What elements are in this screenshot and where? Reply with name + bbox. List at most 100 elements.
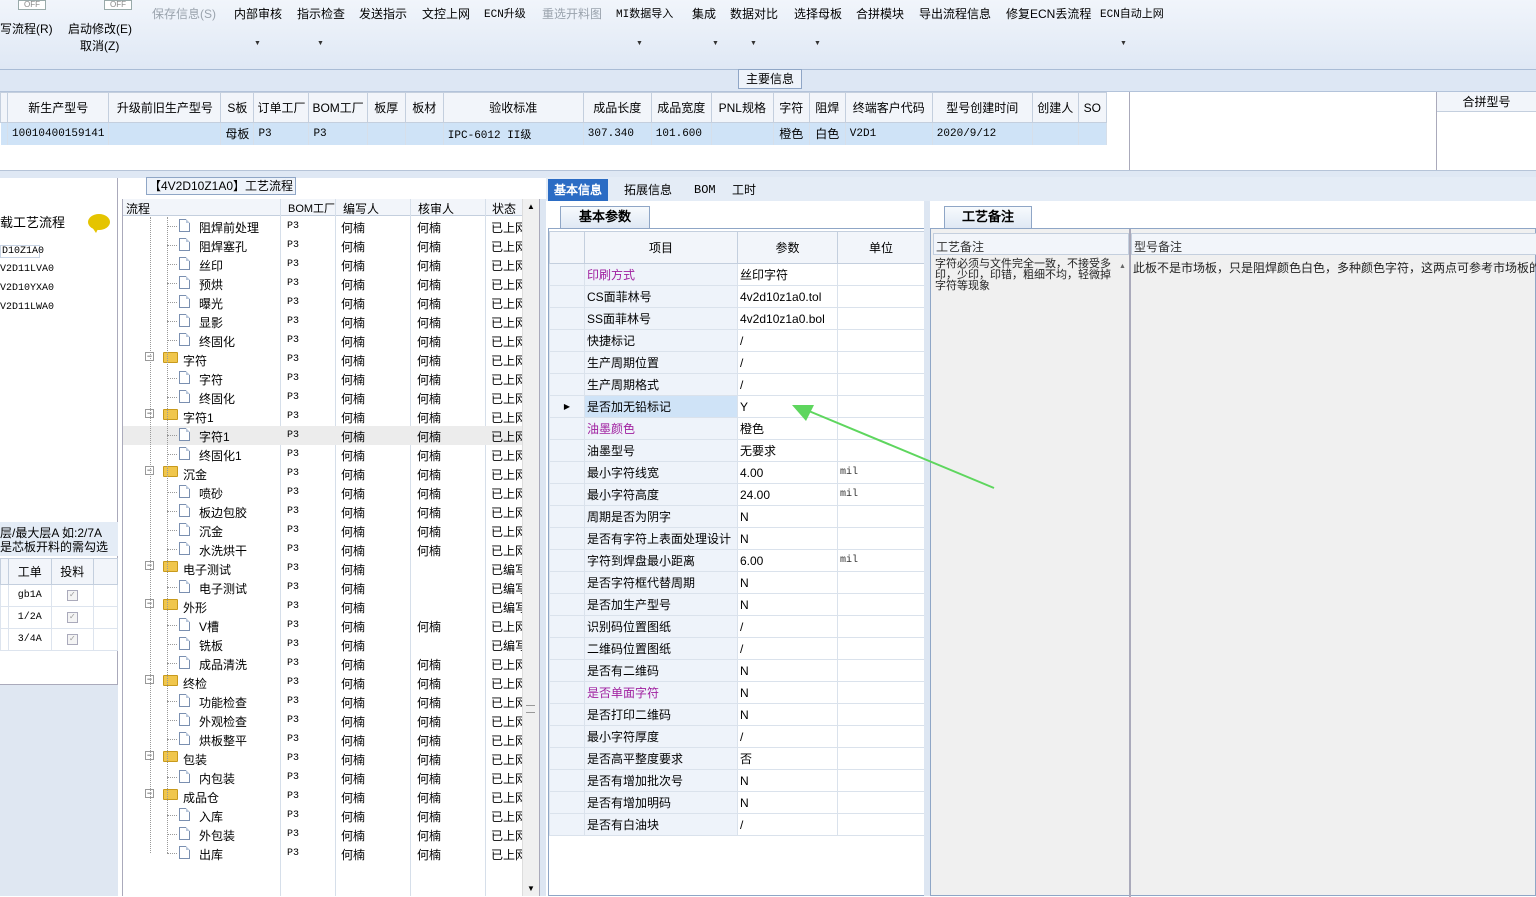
param-value-cell[interactable]: N [737,593,838,616]
list-item[interactable]: V2D11LWA0 [0,302,54,313]
main-cell[interactable]: 橙色 [773,122,810,145]
dropdown-arrow-icon[interactable]: ▼ [712,40,719,47]
tree-row[interactable]: 阻焊前处理 P3 何楠 何楠 已上网 [123,217,527,236]
model-remarks-text[interactable]: 此板不是市场板，只是阻焊颜色白色，多种颜色字符，这两点可参考市场板的 [1133,259,1536,276]
param-value-cell[interactable]: 否 [737,747,838,770]
main-col-header[interactable]: 阻焊 [808,92,846,123]
col-item[interactable]: 项目 [584,231,738,264]
row-indicator[interactable] [549,439,585,462]
toolbar-button[interactable]: 导出流程信息 [919,5,991,22]
row-indicator[interactable] [549,725,585,748]
tree-row[interactable]: − 终检 P3 何楠 何楠 已上网 [123,673,527,692]
main-col-header[interactable]: 板材 [404,92,444,123]
row-indicator[interactable] [549,307,585,330]
row-indicator[interactable] [549,483,585,506]
process-scrollbar[interactable]: ▲ ▼ [522,199,539,896]
dropdown-arrow-icon[interactable]: ▼ [814,40,821,47]
param-row[interactable]: 是否打印二维码 N [549,703,925,726]
tree-row[interactable]: − 外形 P3 何楠 已编写 [123,597,527,616]
tree-row[interactable]: 外包装 P3 何楠 何楠 已上网 [123,825,527,844]
tree-row[interactable]: 成品清洗 P3 何楠 何楠 已上网 [123,654,527,673]
main-cell[interactable]: P3 [253,122,310,145]
param-row[interactable]: 是否有白油块 / [549,813,925,836]
tree-row[interactable]: 曝光 P3 何楠 何楠 已上网 [123,293,527,312]
tree-row[interactable]: V槽 P3 何楠 何楠 已上网 [123,616,527,635]
main-col-header[interactable]: 型号创建时间 [931,92,1033,123]
row-indicator[interactable] [549,747,585,770]
checkbox[interactable]: ✓ [66,612,78,623]
tree-row[interactable]: 外观检查 P3 何楠 何楠 已上网 [123,711,527,730]
row-indicator[interactable] [549,527,585,550]
main-col-header[interactable]: 新生产型号 [6,92,110,123]
param-value-cell[interactable]: N [737,769,838,792]
tree-row[interactable]: 功能检查 P3 何楠 何楠 已上网 [123,692,527,711]
tree-row[interactable]: 电子测试 P3 何楠 已编写 [123,578,527,597]
tree-row[interactable]: 水洗烘干 P3 何楠 何楠 已上网 [123,540,527,559]
row-indicator[interactable] [549,571,585,594]
list-item[interactable]: V2D11LVA0 [0,264,54,275]
row-indicator[interactable] [549,769,585,792]
main-col-header[interactable]: 成品宽度 [650,92,712,123]
toolbar-button[interactable]: ECN自动上网 [1100,5,1164,21]
col-process[interactable]: 流程 [126,200,150,217]
row-indicator[interactable] [549,329,585,352]
dropdown-arrow-icon[interactable]: ▼ [750,40,757,47]
param-value-cell[interactable]: 6.00 [737,549,838,572]
main-cell[interactable]: 307.340 [583,122,652,145]
tab-extended-info[interactable]: 拓展信息 [618,179,678,201]
tree-row[interactable]: 铣板 P3 何楠 已编写 [123,635,527,654]
main-col-header[interactable]: 升级前旧生产型号 [108,92,222,123]
param-row[interactable]: 是否有字符上表面处理设计 N [549,527,925,550]
tree-row[interactable]: 板边包胶 P3 何楠 何楠 已上网 [123,502,527,521]
tree-row[interactable]: 出库 P3 何楠 何楠 已上网 [123,844,527,863]
toolbar-button[interactable]: 选择母板 [794,5,842,22]
dropdown-arrow-icon[interactable]: ▼ [254,40,261,47]
param-row[interactable]: 周期是否为阴字 N [549,505,925,528]
toggle-switch[interactable]: OFF [18,0,46,10]
param-row[interactable]: 识别码位置图纸 / [549,615,925,638]
toolbar-button[interactable]: 文控上网 [422,5,470,22]
row-indicator[interactable] [549,593,585,616]
splitter[interactable] [540,199,546,896]
work-order-cell[interactable]: 1/2A [8,606,52,629]
main-cell[interactable] [711,122,774,145]
param-row[interactable]: 是否字符框代替周期 N [549,571,925,594]
param-row[interactable]: 二维码位置图纸 / [549,637,925,660]
main-cell[interactable]: 白色 [809,122,846,145]
param-row[interactable]: 最小字符厚度 / [549,725,925,748]
tab-bom[interactable]: BOM [688,179,722,201]
main-cell[interactable]: V2D1 [845,122,933,145]
main-col-header[interactable]: 订单工厂 [253,92,310,123]
table-row[interactable]: 10010400159141 母板 P3 P3 IPC-6012 II级 307.340 1… [0,122,1107,145]
param-value-cell[interactable]: / [737,813,838,836]
tree-row[interactable]: 内包装 P3 何楠 何楠 已上网 [123,768,527,787]
main-info-tab[interactable]: 主要信息 [738,69,802,89]
cancel-button[interactable]: 取消(Z) [80,37,119,54]
param-row[interactable]: 快捷标记 / [549,329,925,352]
toolbar-button[interactable]: MI数据导入 [616,5,673,21]
row-indicator[interactable] [549,791,585,814]
toolbar-button[interactable]: 集成 [692,5,716,22]
main-col-header[interactable]: BOM工厂 [308,92,368,123]
work-order-cell[interactable]: 3/4A [8,628,52,651]
main-col-header[interactable]: 验收标准 [442,92,584,123]
param-value-cell[interactable]: 4v2d10z1a0.tol [737,285,838,308]
main-cell[interactable] [405,122,444,145]
row-indicator[interactable] [549,263,585,286]
main-cell[interactable]: 2020/9/12 [932,122,1033,145]
col-bom-factory[interactable]: BOM工厂 [288,200,335,216]
col-work-order[interactable]: 工单 [8,558,52,585]
param-row[interactable]: 是否单面字符 N [549,681,925,704]
row-indicator[interactable] [549,461,585,484]
row-indicator[interactable] [549,615,585,638]
param-value-cell[interactable]: N [737,703,838,726]
main-cell[interactable]: 母板 [220,122,255,145]
main-col-header[interactable]: 板厚 [366,92,406,123]
tree-row[interactable]: − 包装 P3 何楠 何楠 已上网 [123,749,527,768]
scroll-down-icon[interactable]: ▼ [527,884,535,893]
row-indicator[interactable] [549,373,585,396]
param-value-cell[interactable]: N [737,791,838,814]
checkbox[interactable]: ✓ [66,634,78,645]
col-editor[interactable]: 编写人 [343,200,379,217]
param-value-cell[interactable]: / [737,373,838,396]
